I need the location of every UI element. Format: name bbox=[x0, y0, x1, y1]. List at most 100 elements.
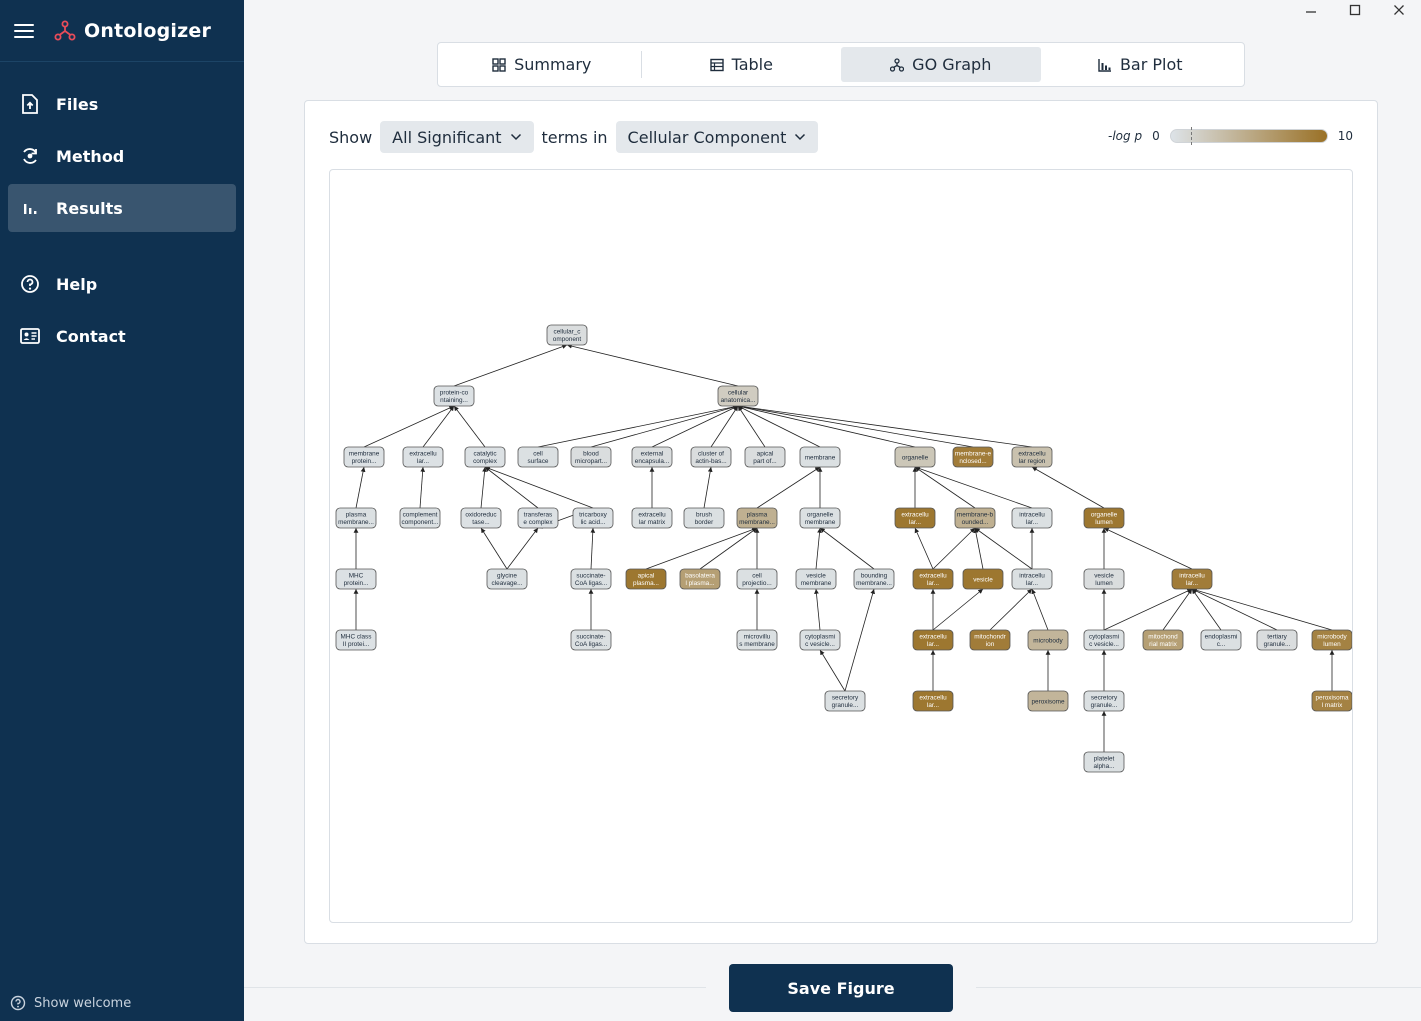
graph-node[interactable]: vesiclemembrane bbox=[795, 568, 837, 590]
tab-go-graph[interactable]: GO Graph bbox=[841, 47, 1041, 82]
graph-node[interactable]: peroxisome bbox=[1027, 690, 1069, 712]
ontology-select[interactable]: Cellular Component bbox=[615, 121, 819, 153]
graph-node[interactable]: membrane-bounded... bbox=[954, 507, 996, 529]
significance-filter-select[interactable]: All Significant bbox=[380, 121, 534, 153]
graph-node[interactable]: MHC classII protei... bbox=[335, 629, 377, 651]
graph-node[interactable]: transferase complex bbox=[517, 507, 559, 529]
save-figure-button[interactable]: Save Figure bbox=[729, 964, 953, 1012]
graph-node[interactable]: extracellular... bbox=[402, 446, 444, 468]
graph-node[interactable]: secretorygranule... bbox=[1083, 690, 1125, 712]
graph-edge bbox=[419, 466, 426, 509]
graph-node[interactable]: mitochondrial matrix bbox=[1142, 629, 1184, 651]
graph-node[interactable]: extracellular... bbox=[894, 507, 936, 529]
sidebar-item-results[interactable]: Results bbox=[8, 184, 236, 232]
graph-node[interactable]: cellprojectio... bbox=[736, 568, 778, 590]
graph-node[interactable]: extracellular matrix bbox=[631, 507, 673, 529]
graph-node[interactable]: complementcomponent... bbox=[399, 507, 441, 529]
close-icon[interactable] bbox=[1377, 0, 1421, 20]
graph-node[interactable]: peroxisomal matrix bbox=[1311, 690, 1352, 712]
graph-node[interactable]: plasmamembrane... bbox=[335, 507, 377, 529]
graph-node[interactable]: organellemembrane bbox=[799, 507, 841, 529]
graph-node[interactable]: endoplasmic... bbox=[1200, 629, 1242, 651]
graph-node[interactable]: protein-containing... bbox=[433, 385, 475, 407]
graph-node[interactable]: microbodylumen bbox=[1311, 629, 1352, 651]
graph-node[interactable]: extracellular... bbox=[912, 690, 954, 712]
graph-node[interactable]: cellularanatomica... bbox=[717, 385, 759, 407]
tab-table[interactable]: Table bbox=[640, 47, 842, 82]
footer-divider bbox=[976, 987, 1421, 988]
graph-node[interactable]: boundingmembrane... bbox=[853, 568, 895, 590]
graph-node[interactable]: membrane-enclosed... bbox=[952, 446, 994, 468]
sidebar-item-help[interactable]: Help bbox=[8, 260, 236, 308]
graph-node[interactable]: cellular_component bbox=[546, 324, 588, 346]
show-welcome-link[interactable]: Show welcome bbox=[10, 995, 131, 1011]
graph-node[interactable]: externalencapsula... bbox=[631, 446, 673, 468]
go-graph-canvas[interactable]: cellular_c omponent protein-co ntaining... c… bbox=[329, 169, 1353, 923]
graph-node[interactable]: intracellular... bbox=[1171, 568, 1213, 590]
graph-node[interactable]: tricarboxylic acid... bbox=[572, 507, 614, 529]
graph-node-label: rial matrix bbox=[1149, 641, 1177, 648]
graph-node[interactable]: microbody bbox=[1027, 629, 1069, 651]
minimize-icon[interactable] bbox=[1289, 0, 1333, 20]
graph-node[interactable]: catalyticcomplex bbox=[464, 446, 506, 468]
graph-node-label: protein-co bbox=[440, 390, 469, 397]
contact-card-icon bbox=[20, 326, 40, 346]
sidebar-item-contact[interactable]: Contact bbox=[8, 312, 236, 360]
graph-node-label: membrane... bbox=[739, 519, 775, 526]
file-upload-icon bbox=[20, 94, 40, 114]
graph-node-label: ion bbox=[986, 641, 995, 648]
sidebar-item-label: Contact bbox=[56, 326, 126, 346]
maximize-icon[interactable] bbox=[1333, 0, 1377, 20]
graph-node[interactable]: apicalpart of... bbox=[744, 446, 786, 468]
graph-node[interactable]: succinate-CoA ligas... bbox=[570, 629, 612, 651]
graph-node[interactable]: microvillus membrane bbox=[736, 629, 778, 651]
graph-node-label: complement bbox=[403, 512, 438, 519]
graph-node[interactable]: apicalplasma... bbox=[625, 568, 667, 590]
tab-bar-plot[interactable]: Bar Plot bbox=[1041, 47, 1241, 82]
graph-node-label: succinate- bbox=[576, 634, 605, 641]
graph-node-label: brush bbox=[696, 512, 712, 519]
graph-node[interactable]: organelle bbox=[894, 446, 936, 468]
graph-node[interactable]: intracellular... bbox=[1011, 568, 1053, 590]
tab-summary[interactable]: Summary bbox=[442, 47, 642, 82]
graph-node[interactable]: cytoplasmic vesicle... bbox=[799, 629, 841, 651]
graph-edge bbox=[506, 527, 539, 570]
graph-node[interactable]: bloodmicropart... bbox=[570, 446, 612, 468]
graph-node[interactable]: succinate-CoA ligas... bbox=[570, 568, 612, 590]
graph-node[interactable]: vesiclelumen bbox=[1083, 568, 1125, 590]
graph-node-label: vesicle bbox=[806, 573, 826, 580]
sidebar-item-method[interactable]: Method bbox=[8, 132, 236, 180]
sidebar-item-files[interactable]: Files bbox=[8, 80, 236, 128]
graph-node-label: cytoplasmi bbox=[1089, 634, 1119, 641]
graph-node[interactable]: extracellular... bbox=[912, 629, 954, 651]
graph-node-label: organelle bbox=[902, 455, 929, 462]
graph-node[interactable]: cytoplasmic vesicle... bbox=[1083, 629, 1125, 651]
graph-node[interactable]: brushborder bbox=[683, 507, 725, 529]
app-header: Ontologizer bbox=[0, 0, 244, 62]
graph-edge bbox=[737, 404, 916, 448]
graph-node-label: nclosed... bbox=[959, 458, 987, 465]
hamburger-menu-icon[interactable] bbox=[14, 23, 34, 38]
graph-node[interactable]: MHCprotein... bbox=[335, 568, 377, 590]
graph-node[interactable]: vesicle bbox=[962, 568, 1004, 590]
graph-node-label: granule... bbox=[1264, 641, 1291, 648]
graph-node[interactable]: cellsurface bbox=[517, 446, 559, 468]
graph-node-label: blood bbox=[583, 451, 599, 458]
graph-node[interactable]: basolateral plasma... bbox=[679, 568, 721, 590]
graph-node[interactable]: intracellular... bbox=[1011, 507, 1053, 529]
graph-node[interactable]: mitochondrion bbox=[969, 629, 1011, 651]
graph-node[interactable]: plasmamembrane... bbox=[736, 507, 778, 529]
graph-node[interactable]: oxidoreductase... bbox=[460, 507, 502, 529]
graph-node-label: peroxisome bbox=[1031, 699, 1064, 706]
graph-node[interactable]: extracellular region bbox=[1011, 446, 1053, 468]
graph-edge bbox=[815, 527, 822, 570]
graph-node[interactable]: tertiarygranule... bbox=[1256, 629, 1298, 651]
graph-node[interactable]: secretorygranule... bbox=[824, 690, 866, 712]
graph-node[interactable]: plateletalpha... bbox=[1083, 751, 1125, 773]
graph-node[interactable]: extracellular... bbox=[912, 568, 954, 590]
graph-node[interactable]: cluster ofactin-bas... bbox=[690, 446, 732, 468]
graph-node[interactable]: organellelumen bbox=[1083, 507, 1125, 529]
graph-node[interactable]: glycinecleavage... bbox=[486, 568, 528, 590]
graph-node[interactable]: membraneprotein... bbox=[343, 446, 385, 468]
graph-node[interactable]: membrane bbox=[799, 446, 841, 468]
